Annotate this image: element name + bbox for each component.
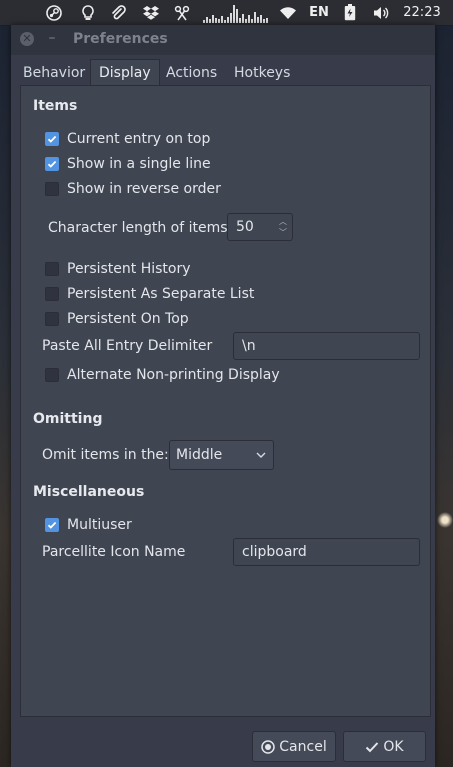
- window-title: Preferences: [73, 31, 168, 47]
- persistent-separate-list-checkbox[interactable]: [45, 287, 59, 301]
- char-length-label: Character length of items: [48, 220, 228, 236]
- scissors-icon[interactable]: [172, 0, 192, 25]
- show-single-line-checkbox[interactable]: [45, 157, 59, 171]
- checkmark-icon: [47, 521, 57, 529]
- persistent-separate-list-row[interactable]: Persistent As Separate List: [45, 284, 254, 304]
- show-reverse-order-label: Show in reverse order: [67, 181, 221, 197]
- cancel-label: Cancel: [279, 738, 327, 755]
- battery-icon[interactable]: [340, 0, 360, 25]
- items-heading: Items: [33, 98, 78, 114]
- titlebar: ✕ – Preferences: [11, 25, 435, 55]
- current-entry-on-top-row[interactable]: Current entry on top: [45, 129, 210, 149]
- persistent-history-checkbox[interactable]: [45, 262, 59, 276]
- tab-bar: Behavior Display Actions Hotkeys: [11, 55, 435, 86]
- clock[interactable]: 22:23: [400, 0, 444, 25]
- paste-delimiter-label: Paste All Entry Delimiter: [42, 338, 213, 354]
- alternate-nonprinting-row[interactable]: Alternate Non-printing Display: [45, 365, 280, 385]
- alternate-nonprinting-checkbox[interactable]: [45, 368, 59, 382]
- persistent-on-top-checkbox[interactable]: [45, 312, 59, 326]
- show-single-line-row[interactable]: Show in a single line: [45, 154, 211, 174]
- checkmark-icon: [47, 160, 57, 168]
- show-reverse-order-row[interactable]: Show in reverse order: [45, 179, 221, 199]
- multiuser-label: Multiuser: [67, 517, 132, 533]
- minimize-button[interactable]: –: [45, 29, 59, 47]
- minimize-icon: –: [48, 30, 56, 46]
- persistent-on-top-label: Persistent On Top: [67, 311, 189, 327]
- system-monitor-graph-icon[interactable]: [203, 0, 269, 25]
- current-entry-on-top-checkbox[interactable]: [45, 132, 59, 146]
- alternate-nonprinting-label: Alternate Non-printing Display: [67, 367, 280, 383]
- tab-hotkeys[interactable]: Hotkeys: [225, 59, 299, 86]
- omit-position-value: Middle: [176, 447, 223, 463]
- show-reverse-order-checkbox[interactable]: [45, 182, 59, 196]
- ok-label: OK: [383, 738, 404, 755]
- keyboard-layout-indicator[interactable]: EN: [306, 0, 332, 25]
- ok-button[interactable]: OK: [343, 731, 426, 762]
- current-entry-on-top-label: Current entry on top: [67, 131, 211, 147]
- icon-name-label: Parcellite Icon Name: [42, 544, 186, 560]
- preferences-window: ✕ – Preferences Behavior Display Actions…: [11, 25, 435, 767]
- wifi-icon[interactable]: [278, 0, 298, 25]
- top-panel: EN 22:23: [0, 0, 453, 26]
- close-icon: ✕: [22, 32, 32, 45]
- multiuser-checkbox[interactable]: [45, 518, 59, 532]
- paperclip-icon[interactable]: [108, 0, 128, 25]
- steam-icon[interactable]: [44, 0, 64, 25]
- persistent-history-label: Persistent History: [67, 261, 191, 277]
- tab-behavior[interactable]: Behavior: [14, 59, 94, 86]
- persistent-history-row[interactable]: Persistent History: [45, 259, 191, 279]
- char-length-value: 50: [236, 219, 254, 235]
- paste-delimiter-input[interactable]: \n: [233, 332, 420, 360]
- omit-items-label: Omit items in the:: [42, 447, 169, 463]
- volume-icon[interactable]: [371, 0, 391, 25]
- cancel-icon: [261, 739, 276, 754]
- close-button[interactable]: ✕: [20, 32, 34, 46]
- dropbox-icon[interactable]: [140, 0, 162, 25]
- icon-name-input[interactable]: clipboard: [233, 538, 420, 566]
- cancel-button[interactable]: Cancel: [252, 731, 336, 762]
- lightbulb-icon[interactable]: [78, 0, 98, 25]
- tab-actions[interactable]: Actions: [157, 59, 226, 86]
- checkmark-icon: [366, 741, 379, 752]
- persistent-on-top-row[interactable]: Persistent On Top: [45, 309, 189, 329]
- spin-down-icon[interactable]: ﹀: [278, 227, 288, 238]
- display-tab-page: Items Current entry on top Show in a sin…: [20, 85, 431, 717]
- char-length-spinbutton[interactable]: 50 ︿ ﹀: [227, 213, 293, 241]
- miscellaneous-heading: Miscellaneous: [33, 484, 145, 500]
- multiuser-row[interactable]: Multiuser: [45, 515, 132, 535]
- show-single-line-label: Show in a single line: [67, 156, 211, 172]
- chevron-down-icon: [256, 452, 266, 458]
- persistent-separate-list-label: Persistent As Separate List: [67, 286, 255, 302]
- tab-display[interactable]: Display: [90, 59, 160, 86]
- checkmark-icon: [47, 135, 57, 143]
- omitting-heading: Omitting: [33, 411, 103, 427]
- omit-position-dropdown[interactable]: Middle: [169, 440, 274, 470]
- spin-up-icon[interactable]: ︿: [278, 216, 288, 227]
